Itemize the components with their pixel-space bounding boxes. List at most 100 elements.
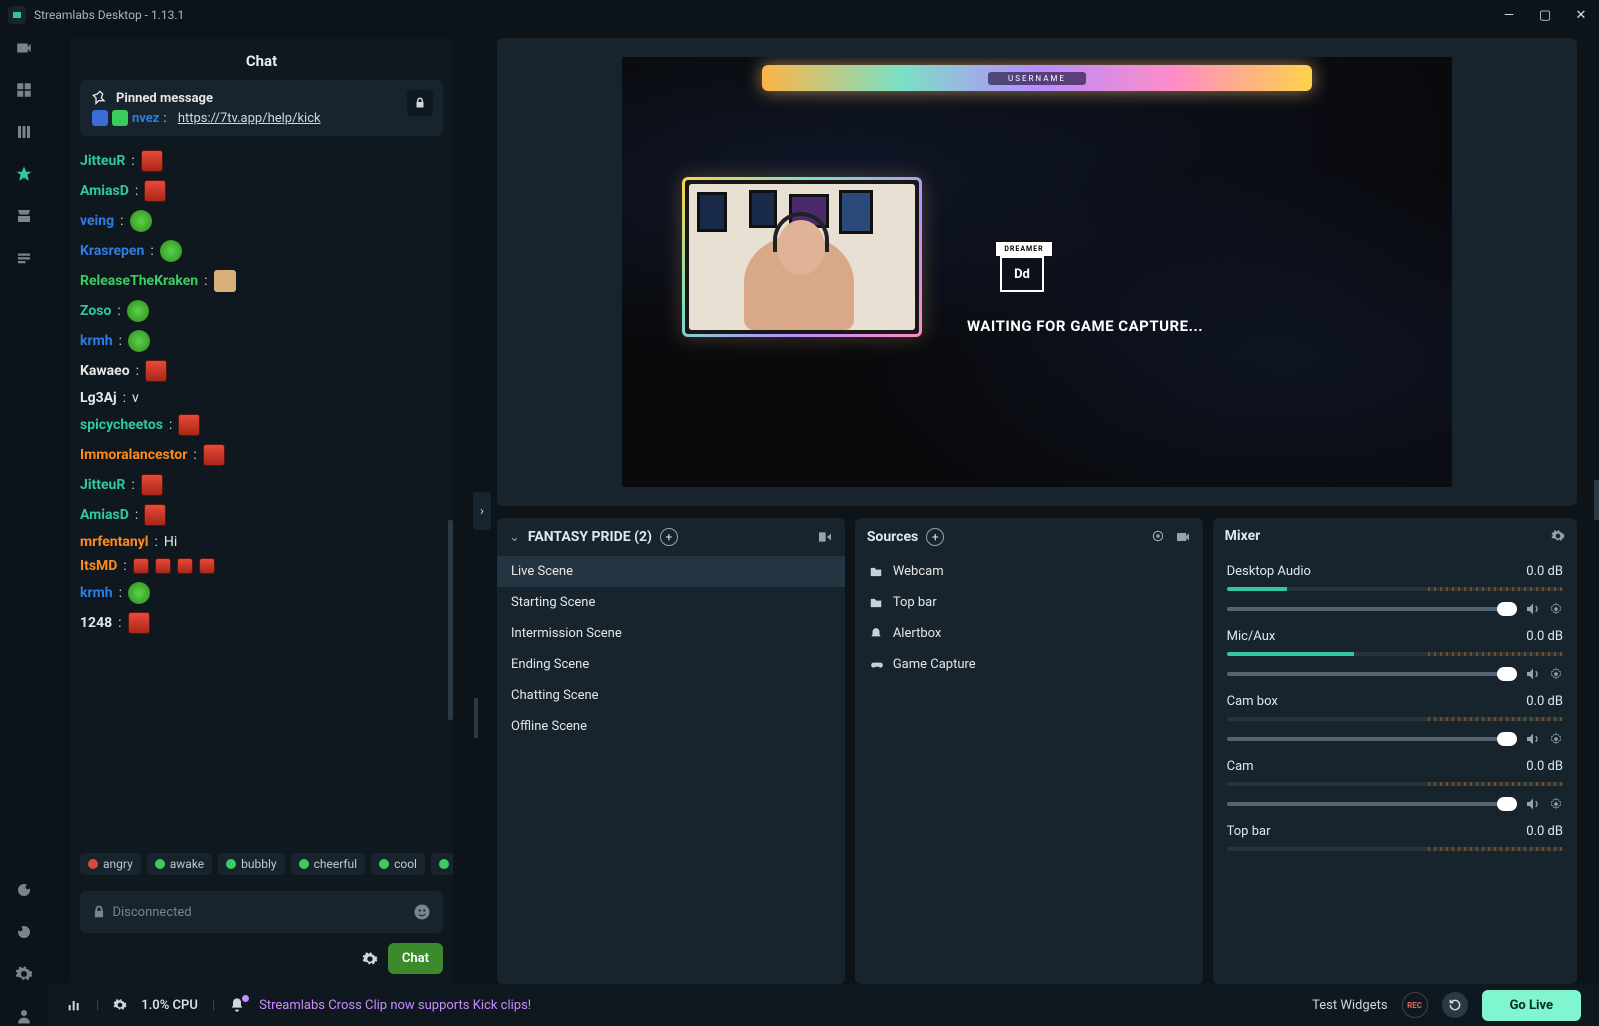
chat-settings-button[interactable] [362, 951, 378, 967]
mute-button[interactable] [1525, 601, 1541, 617]
emote-tag[interactable]: cool [371, 853, 425, 875]
volume-slider[interactable] [1227, 672, 1517, 676]
chat-username[interactable]: Immoralancestor [80, 447, 187, 463]
ultra-icon[interactable] [14, 164, 34, 184]
multistream-icon[interactable] [14, 122, 34, 142]
chat-username[interactable]: AmiasD [80, 507, 129, 523]
minimize-button[interactable]: — [1499, 8, 1519, 23]
replay-button[interactable] [1442, 992, 1468, 1018]
chat-message[interactable]: Lg3Aj: v [80, 386, 443, 410]
source-item[interactable]: Alertbox [855, 618, 1203, 649]
chat-username[interactable]: Zoso [80, 303, 111, 319]
emote-tag[interactable]: bubbly [218, 853, 284, 875]
chat-username[interactable]: ReleaseTheKraken [80, 273, 198, 289]
chat-username[interactable]: Lg3Aj [80, 390, 117, 406]
chat-scrollbar[interactable] [448, 520, 453, 720]
chat-message[interactable]: JitteuR: [80, 146, 443, 176]
layouts-icon[interactable] [14, 80, 34, 100]
panel-resize-handle[interactable] [474, 698, 478, 738]
chat-username[interactable]: mrfentanyl [80, 534, 148, 550]
chat-message[interactable]: veing: [80, 206, 443, 236]
chat-message[interactable]: 1248: [80, 608, 443, 638]
chat-message[interactable]: Immoralancestor: [80, 440, 443, 470]
chat-username[interactable]: krmh [80, 585, 113, 601]
chat-message[interactable]: ItsMD: [80, 554, 443, 578]
scene-item[interactable]: Live Scene [497, 556, 845, 587]
chat-message[interactable]: krmh: [80, 578, 443, 608]
stats-button[interactable] [66, 997, 82, 1013]
scene-item[interactable]: Ending Scene [497, 649, 845, 680]
chat-input[interactable]: Disconnected [80, 891, 443, 933]
source-item[interactable]: Game Capture [855, 649, 1203, 680]
chat-username[interactable]: 1248 [80, 615, 112, 631]
help-icon[interactable] [14, 880, 34, 900]
studio-mode-icon[interactable] [817, 529, 833, 545]
mute-button[interactable] [1525, 666, 1541, 682]
chat-username[interactable]: veing [80, 213, 114, 229]
mute-button[interactable] [1525, 731, 1541, 747]
chat-message[interactable]: AmiasD: [80, 500, 443, 530]
chat-username[interactable]: Krasrepen [80, 243, 144, 259]
maximize-button[interactable]: ▢ [1535, 8, 1555, 23]
test-widgets-button[interactable]: Test Widgets [1312, 998, 1387, 1013]
chat-username[interactable]: JitteuR [80, 477, 125, 493]
notifications-button[interactable] [229, 997, 245, 1013]
emote-tag[interactable]: cr [431, 853, 453, 875]
volume-slider[interactable] [1227, 737, 1517, 741]
chevron-down-icon[interactable]: ⌄ [509, 530, 520, 545]
volume-slider[interactable] [1227, 607, 1517, 611]
preview-area[interactable]: USERNAME DREAME [497, 38, 1577, 506]
emoji-button[interactable] [413, 903, 431, 921]
chat-message[interactable]: Krasrepen: [80, 236, 443, 266]
close-button[interactable]: ✕ [1571, 8, 1591, 23]
chat-message[interactable]: ReleaseTheKraken: [80, 266, 443, 296]
mixer-gear-button[interactable] [1549, 667, 1563, 681]
chat-message[interactable]: AmiasD: [80, 176, 443, 206]
collapse-chat-button[interactable]: › [473, 492, 491, 530]
lock-button[interactable] [407, 90, 433, 116]
source-camera-icon[interactable] [1175, 529, 1191, 545]
right-scrollbar[interactable] [1594, 480, 1599, 520]
chat-message[interactable]: mrfentanyl: Hi [80, 530, 443, 554]
chat-message[interactable]: Zoso: [80, 296, 443, 326]
volume-slider[interactable] [1227, 802, 1517, 806]
mixer-gear-button[interactable] [1549, 732, 1563, 746]
mixer-gear-button[interactable] [1549, 797, 1563, 811]
chat-username[interactable]: ItsMD [80, 558, 117, 574]
chat-username[interactable]: spicycheetos [80, 417, 163, 433]
highlighter-icon[interactable] [14, 248, 34, 268]
settings-icon[interactable] [14, 964, 34, 984]
mixer-settings-button[interactable] [1551, 529, 1565, 543]
chat-username[interactable]: JitteuR [80, 153, 125, 169]
chat-username[interactable]: AmiasD [80, 183, 129, 199]
pinned-link[interactable]: https://7tv.app/help/kick [178, 111, 321, 126]
scene-item[interactable]: Intermission Scene [497, 618, 845, 649]
store-icon[interactable] [14, 206, 34, 226]
promo-text[interactable]: Streamlabs Cross Clip now supports Kick … [259, 998, 531, 1013]
chat-username[interactable]: krmh [80, 333, 113, 349]
chat-message[interactable]: krmh: [80, 326, 443, 356]
chat-message[interactable]: spicycheetos: [80, 410, 443, 440]
record-button[interactable]: REC [1402, 992, 1428, 1018]
emote-tag[interactable]: angry [80, 853, 141, 875]
scene-item[interactable]: Chatting Scene [497, 680, 845, 711]
scene-item[interactable]: Starting Scene [497, 587, 845, 618]
chat-send-button[interactable]: Chat [388, 943, 443, 974]
source-item[interactable]: Top bar [855, 587, 1203, 618]
chat-message[interactable]: Kawaeo: [80, 356, 443, 386]
go-live-button[interactable]: Go Live [1482, 990, 1581, 1021]
source-item[interactable]: Webcam [855, 556, 1203, 587]
studio-icon[interactable] [14, 38, 34, 58]
scene-item[interactable]: Offline Scene [497, 711, 845, 742]
emote-tags[interactable]: angryawakebubblycheerfulcoolcr [70, 845, 453, 883]
notifications-icon[interactable] [14, 922, 34, 942]
chat-message[interactable]: JitteuR: [80, 470, 443, 500]
mute-button[interactable] [1525, 796, 1541, 812]
mixer-gear-button[interactable] [1549, 602, 1563, 616]
add-source-button[interactable]: + [926, 528, 944, 546]
profile-icon[interactable] [14, 1006, 34, 1026]
source-toggle-icon[interactable] [1151, 529, 1165, 545]
pinned-message[interactable]: Pinned message nvez: https://7tv.app/hel… [80, 80, 443, 136]
add-scene-button[interactable]: + [660, 528, 678, 546]
emote-tag[interactable]: awake [147, 853, 212, 875]
